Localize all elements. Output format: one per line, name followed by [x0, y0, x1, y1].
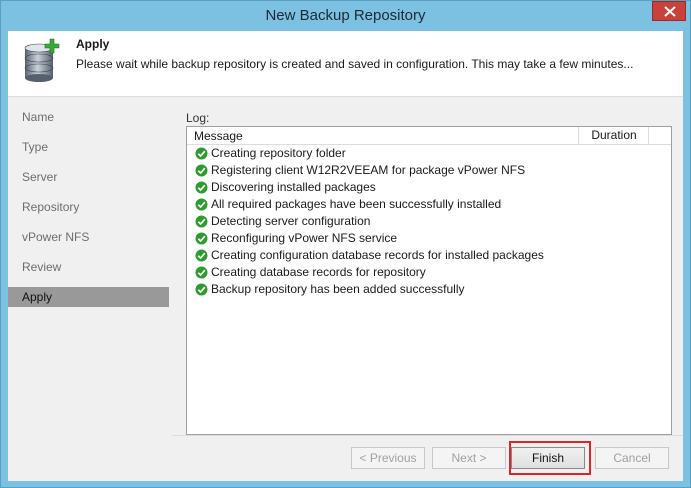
success-check-icon	[195, 249, 208, 262]
step-header: Apply Please wait while backup repositor…	[8, 31, 683, 97]
success-check-icon	[195, 266, 208, 279]
wizard-window: New Backup Repository Apply Please wait …	[0, 0, 691, 488]
close-button[interactable]	[652, 1, 686, 21]
log-message: Reconfiguring vPower NFS service	[211, 231, 398, 245]
log-message: Creating repository folder	[211, 146, 346, 160]
log-label: Log:	[186, 111, 210, 125]
nav-item-apply[interactable]: Apply	[8, 287, 169, 307]
column-message[interactable]: Message	[194, 129, 243, 143]
log-message: Creating configuration database records …	[211, 248, 544, 262]
log-message: Discovering installed packages	[211, 180, 376, 194]
nav-item-name[interactable]: Name	[8, 107, 169, 127]
title-bar[interactable]: New Backup Repository	[1, 1, 690, 31]
success-check-icon	[195, 181, 208, 194]
success-check-icon	[195, 215, 208, 228]
close-icon	[664, 6, 676, 17]
nav-item-review[interactable]: Review	[8, 257, 169, 277]
log-message: Creating database records for repository	[211, 265, 426, 279]
step-title: Apply	[76, 37, 110, 51]
nav-item-repository[interactable]: Repository	[8, 197, 169, 217]
next-button[interactable]: Next >	[432, 447, 506, 469]
log-message: Registering client W12R2VEEAM for packag…	[211, 163, 526, 177]
wizard-content: Apply Please wait while backup repositor…	[8, 31, 683, 481]
success-check-icon	[195, 164, 208, 177]
success-check-icon	[195, 198, 208, 211]
nav-item-type[interactable]: Type	[8, 137, 169, 157]
success-check-icon	[195, 147, 208, 160]
finish-highlight-box	[509, 441, 591, 475]
wizard-steps-nav: Name Type Server Repository vPower NFS R…	[8, 97, 172, 481]
database-add-icon	[24, 38, 60, 82]
success-check-icon	[195, 283, 208, 296]
nav-item-server[interactable]: Server	[8, 167, 169, 187]
log-message: Detecting server configuration	[211, 214, 371, 228]
log-message: Backup repository has been added success…	[211, 282, 465, 296]
previous-button[interactable]: < Previous	[351, 447, 425, 469]
log-list[interactable]: Message Duration Creating repository fol…	[186, 126, 672, 435]
step-description: Please wait while backup repository is c…	[76, 57, 634, 71]
column-duration[interactable]: Duration	[578, 127, 649, 144]
button-separator	[172, 435, 683, 436]
log-header: Message Duration	[187, 127, 671, 145]
column-divider	[648, 127, 649, 144]
nav-item-vpower-nfs[interactable]: vPower NFS	[8, 227, 169, 247]
log-message: All required packages have been successf…	[211, 197, 502, 211]
success-check-icon	[195, 232, 208, 245]
window-title: New Backup Repository	[265, 7, 426, 24]
cancel-button[interactable]: Cancel	[595, 447, 669, 469]
